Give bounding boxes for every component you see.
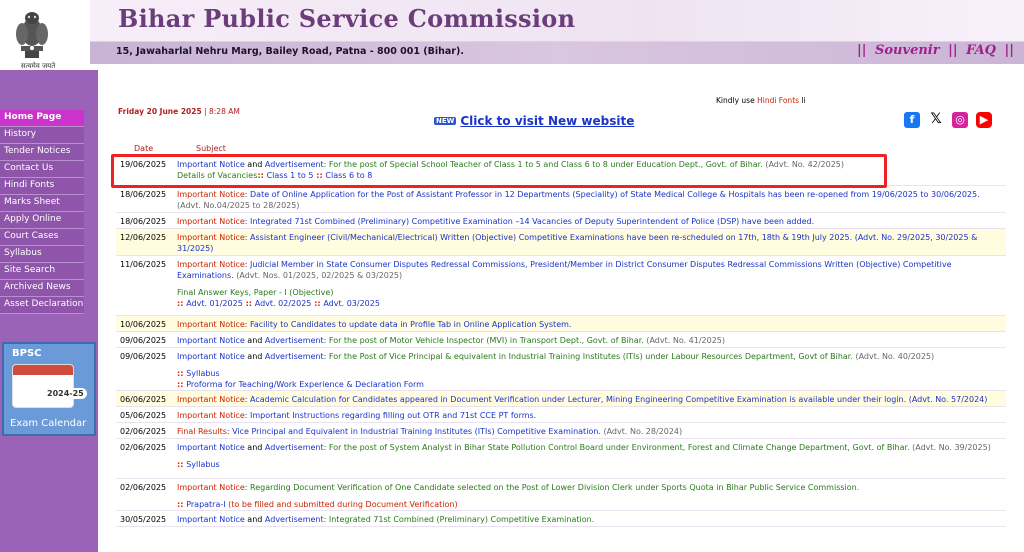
- table-row: 09/06/2025 Important Notice and Advertis…: [116, 348, 1006, 391]
- new-badge-icon: NEW: [434, 117, 457, 125]
- sidebar-item-asset-declaration[interactable]: Asset Declaration: [0, 297, 84, 314]
- sidebar-item-archived-news[interactable]: Archived News: [0, 280, 84, 297]
- sidebar-item-apply-online[interactable]: Apply Online: [0, 212, 84, 229]
- faq-link[interactable]: FAQ: [966, 43, 996, 58]
- sidebar-item-tender-notices[interactable]: Tender Notices: [0, 144, 84, 161]
- sidebar-item-court-cases[interactable]: Court Cases: [0, 229, 84, 246]
- table-row: 02/06/2025 Final Results: Vice Principal…: [116, 423, 1006, 439]
- table-header: Date Subject: [116, 144, 1006, 156]
- title-band: Bihar Public Service Commission: [90, 0, 1024, 42]
- site-header: सत्यमेव जयते Bihar Public Service Commis…: [0, 0, 1024, 70]
- instagram-icon[interactable]: ◎: [952, 112, 968, 128]
- new-website-link[interactable]: NEW Click to visit New website: [434, 114, 634, 128]
- table-row: 19/06/2025 Important Notice and Advertis…: [116, 156, 1006, 186]
- national-emblem: सत्यमेव जयते: [8, 2, 56, 74]
- col-subject-header: Subject: [196, 144, 226, 153]
- sidebar-item-syllabus[interactable]: Syllabus: [0, 246, 84, 263]
- ashoka-emblem-icon: [16, 12, 48, 58]
- notices-table: Date Subject 19/06/2025 Important Notice…: [116, 144, 1006, 527]
- table-row: 30/05/2025 Important Notice and Advertis…: [116, 511, 1006, 527]
- proforma-link[interactable]: Proforma for Teaching/Work Experience & …: [186, 380, 424, 389]
- current-date: Friday 20 June 2025: [118, 107, 202, 116]
- table-row: 02/06/2025 Important Notice and Advertis…: [116, 439, 1006, 479]
- sidebar-item-marks-sheet[interactable]: Marks Sheet: [0, 195, 84, 212]
- table-row: 12/06/2025 Important Notice: Assistant E…: [116, 229, 1006, 256]
- youtube-icon[interactable]: ▶: [976, 112, 992, 128]
- sidebar-item-contact-us[interactable]: Contact Us: [0, 161, 84, 178]
- sidebar-nav: Home Page History Tender Notices Contact…: [0, 110, 84, 314]
- left-sidebar: Home Page History Tender Notices Contact…: [0, 70, 98, 552]
- advertisement-link[interactable]: Advertisement: [265, 160, 324, 169]
- table-row: 18/06/2025 Important Notice: Integrated …: [116, 213, 1006, 229]
- hindi-fonts-link[interactable]: Hindi Fonts: [757, 96, 799, 105]
- syllabus-link[interactable]: Syllabus: [186, 369, 219, 378]
- sidebar-item-history[interactable]: History: [0, 127, 84, 144]
- main-content: Friday 20 June 2025 | 8:28 AM Kindly use…: [98, 70, 1024, 552]
- exam-calendar-year: 2024-25: [44, 388, 87, 399]
- sidebar-item-home-page[interactable]: Home Page: [0, 110, 84, 127]
- table-row: 11/06/2025 Important Notice: Judicial Me…: [116, 256, 1006, 316]
- hindi-font-note: Kindly use Hindi Fonts li: [716, 96, 806, 105]
- table-row: 02/06/2025 Important Notice: Regarding D…: [116, 479, 1006, 511]
- address-bar: 15, Jawaharlal Nehru Marg, Bailey Road, …: [90, 42, 1024, 64]
- important-notice-link[interactable]: Important Notice: [177, 160, 245, 169]
- top-links: || Souvenir || FAQ ||: [857, 43, 1014, 58]
- site-title[interactable]: Bihar Public Service Commission: [118, 4, 575, 33]
- social-icons: f 𝕏 ◎ ▶: [904, 108, 1000, 128]
- class-1-5-link[interactable]: Class 1 to 5: [267, 171, 314, 180]
- prapatra-link[interactable]: Prapatra-I: [186, 500, 225, 509]
- facebook-icon[interactable]: f: [904, 112, 920, 128]
- exam-calendar-brand: BPSC: [12, 348, 42, 359]
- exam-calendar-banner[interactable]: BPSC 2024-25 Exam Calendar: [2, 342, 96, 436]
- col-date-header: Date: [134, 144, 154, 153]
- sidebar-item-site-search[interactable]: Site Search: [0, 263, 84, 280]
- table-row: 10/06/2025 Important Notice: Facility to…: [116, 316, 1006, 332]
- table-row: 18/06/2025 Important Notice: Date of Onl…: [116, 186, 1006, 213]
- current-date-time: Friday 20 June 2025 | 8:28 AM: [118, 107, 240, 116]
- class-6-8-link[interactable]: Class 6 to 8: [325, 171, 372, 180]
- table-row: 05/06/2025 Important Notice: Important I…: [116, 407, 1006, 423]
- x-icon[interactable]: 𝕏: [928, 111, 944, 127]
- table-row: 06/06/2025 Important Notice: Academic Ca…: [116, 391, 1006, 407]
- important-notice-link[interactable]: Important Notice: [177, 190, 245, 199]
- current-time: 8:28 AM: [209, 107, 240, 116]
- calendar-icon: [12, 364, 74, 408]
- table-row: 09/06/2025 Important Notice and Advertis…: [116, 332, 1006, 348]
- address-text: 15, Jawaharlal Nehru Marg, Bailey Road, …: [116, 46, 464, 57]
- exam-calendar-label: Exam Calendar: [10, 418, 87, 429]
- souvenir-link[interactable]: Souvenir: [875, 43, 940, 58]
- sidebar-item-hindi-fonts[interactable]: Hindi Fonts: [0, 178, 84, 195]
